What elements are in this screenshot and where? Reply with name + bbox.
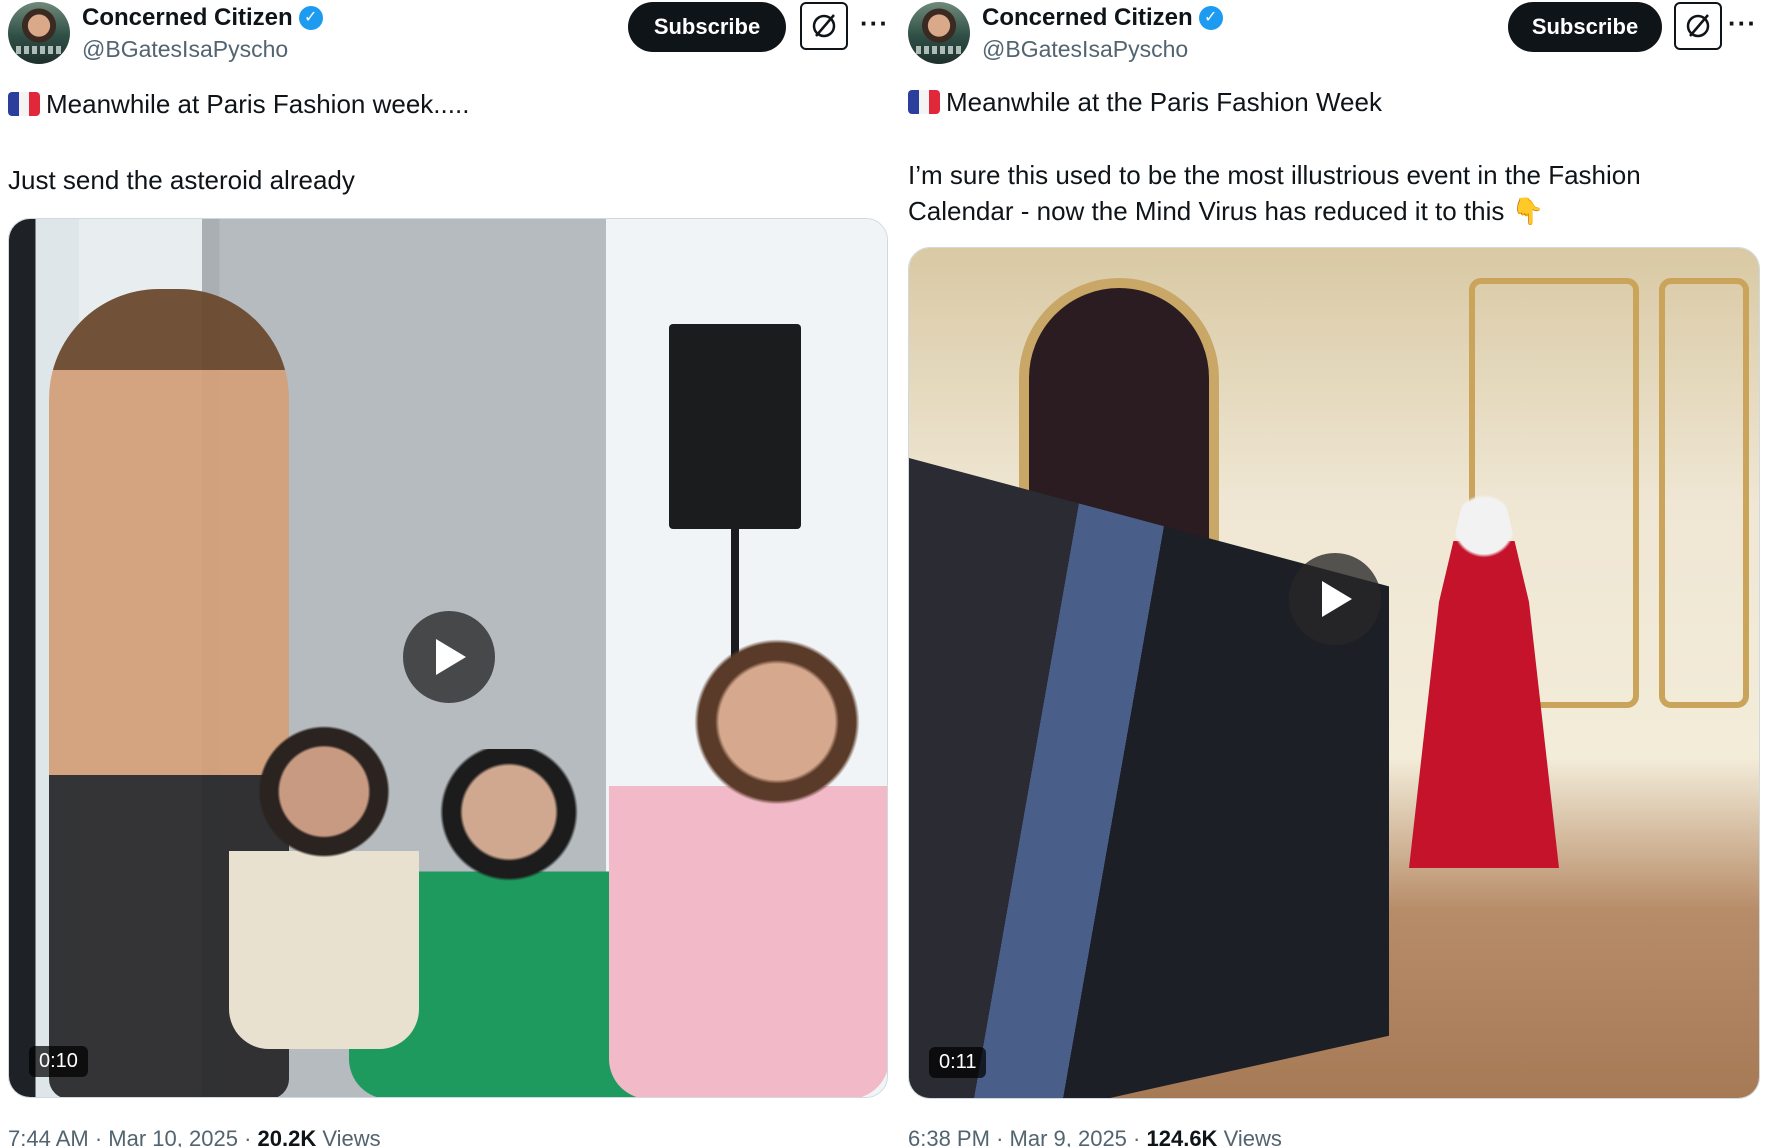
tweet-text-line1: Meanwhile at Paris Fashion week.....: [8, 86, 469, 122]
play-icon: [1322, 581, 1352, 617]
play-button[interactable]: [403, 611, 495, 703]
views-count: 124.6K: [1146, 1126, 1218, 1147]
france-flag-icon: [8, 92, 40, 116]
verified-badge-icon: ✓: [1198, 6, 1223, 30]
video-player[interactable]: 0:10: [8, 218, 888, 1098]
author-avatar[interactable]: [908, 2, 970, 64]
grok-icon[interactable]: [800, 2, 848, 50]
meta-separator: ·: [94, 1126, 103, 1147]
author-block: Concerned Citizen ✓ @BGatesIsaPyscho: [82, 4, 323, 63]
play-icon: [436, 639, 466, 675]
subscribe-button[interactable]: Subscribe: [1508, 2, 1662, 52]
play-button[interactable]: [1289, 553, 1381, 645]
author-display-name[interactable]: Concerned Citizen: [982, 4, 1193, 32]
tweet-text-content: Meanwhile at the Paris Fashion Week: [946, 87, 1382, 117]
author-avatar[interactable]: [8, 2, 70, 64]
tweet-date[interactable]: Mar 9, 2025: [1010, 1126, 1127, 1147]
speaker: [669, 324, 801, 529]
author-handle[interactable]: @BGatesIsaPyscho: [82, 36, 323, 63]
tweet-text-line2: Just send the asteroid already: [8, 165, 355, 195]
france-flag-icon: [908, 90, 940, 114]
grok-icon[interactable]: [1674, 2, 1722, 50]
tweet-date[interactable]: Mar 10, 2025: [108, 1126, 238, 1147]
author-block: Concerned Citizen ✓ @BGatesIsaPyscho: [982, 4, 1223, 63]
tweet-text-content: Meanwhile at Paris Fashion week.....: [46, 89, 470, 119]
tweet-time[interactable]: 6:38 PM: [908, 1126, 990, 1147]
video-duration: 0:10: [29, 1046, 88, 1077]
subscribe-button[interactable]: Subscribe: [628, 2, 786, 52]
video-duration: 0:11: [929, 1047, 987, 1078]
gilded-panel: [1659, 278, 1749, 708]
meta-separator: ·: [996, 1126, 1004, 1147]
tweet-text-line2: I’m sure this used to be the most illust…: [908, 160, 1641, 190]
views-label: Views: [1223, 1126, 1282, 1147]
meta-separator: ·: [1133, 1126, 1141, 1147]
more-options-icon[interactable]: ···: [860, 8, 889, 39]
tweet-time[interactable]: 7:44 AM: [8, 1126, 89, 1147]
audience-person-pink: [609, 639, 887, 1097]
meta-separator: ·: [244, 1126, 252, 1147]
views-label: Views: [322, 1126, 381, 1147]
author-handle[interactable]: @BGatesIsaPyscho: [982, 36, 1223, 63]
more-options-icon[interactable]: ···: [1728, 8, 1757, 39]
tweet-meta: 6:38 PM · Mar 9, 2025 · 124.6K Views: [908, 1126, 1282, 1147]
audience-person-seated: [229, 719, 419, 1049]
author-display-name[interactable]: Concerned Citizen: [82, 4, 293, 32]
tweet-text-line3: Calendar - now the Mind Virus has reduce…: [908, 196, 1544, 226]
tweet-meta: 7:44 AM · Mar 10, 2025 · 20.2K Views: [8, 1126, 381, 1147]
tweet-text-line1: Meanwhile at the Paris Fashion Week: [908, 84, 1382, 120]
verified-badge-icon: ✓: [298, 6, 323, 30]
views-count: 20.2K: [257, 1126, 317, 1147]
video-player[interactable]: 0:11: [908, 247, 1760, 1099]
